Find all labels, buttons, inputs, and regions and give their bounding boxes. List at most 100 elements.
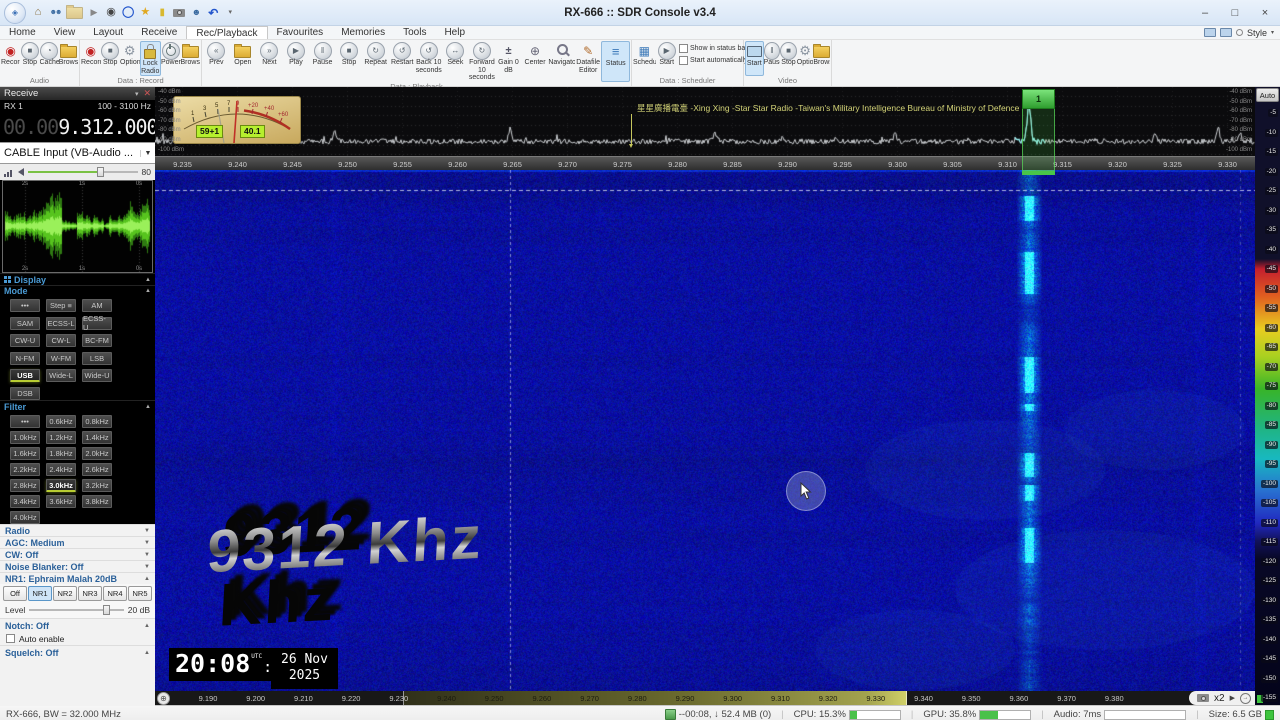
- mode-button-bc-fm[interactable]: BC-FM: [82, 334, 112, 347]
- ribbon-button-lock-radio[interactable]: Lock Radio: [139, 41, 161, 77]
- mode-button-n-fm[interactable]: N-FM: [10, 351, 40, 365]
- waterfall-display[interactable]: 9312 Khz 9312 Khz 20:08 UTC :19 26 Nov 2…: [155, 170, 1255, 691]
- filter-button-1-0khz[interactable]: 1.0kHz: [10, 431, 40, 444]
- zoom-out-icon[interactable]: ⊕: [157, 692, 170, 705]
- frequency-display[interactable]: 00.00 9.312.000: [0, 112, 159, 142]
- ribbon-button-start[interactable]: Start: [745, 41, 764, 76]
- nr-button-nr3[interactable]: NR3: [78, 585, 102, 601]
- chevron-up-icon[interactable]: ▲: [145, 277, 151, 283]
- ribbon-button-datafile-editor[interactable]: ✎ Datafile Editor: [575, 41, 602, 82]
- ribbon-button-prev[interactable]: «Prev: [203, 41, 230, 82]
- ribbon-button-record[interactable]: ◉Record: [1, 41, 20, 76]
- play-forward-icon[interactable]: ▶: [1230, 694, 1235, 702]
- filter-button-3-6khz[interactable]: 3.6kHz: [46, 495, 76, 508]
- folder-icon[interactable]: [66, 4, 83, 19]
- filter-button-1-6khz[interactable]: 1.6kHz: [10, 447, 40, 460]
- chevron-down-icon[interactable]: ▾: [135, 90, 139, 98]
- mode-button-step[interactable]: Step ≡: [46, 299, 76, 312]
- ribbon-button-stop[interactable]: ■ Stop: [101, 41, 121, 76]
- ribbon-button-browse[interactable]: Browse: [813, 41, 830, 76]
- filter-button-3-4khz[interactable]: 3.4kHz: [10, 495, 40, 508]
- ribbon-button-stop[interactable]: ■ Stop: [20, 41, 39, 76]
- mode-button-usb[interactable]: USB: [10, 369, 40, 382]
- squelch-section-header[interactable]: Squelch: Off ▲: [0, 645, 155, 659]
- home-icon[interactable]: ⌂: [32, 6, 44, 20]
- menu-tab-help[interactable]: Help: [435, 26, 474, 39]
- filter-button-2-8khz[interactable]: 2.8kHz: [10, 479, 40, 492]
- camera-icon[interactable]: [173, 8, 186, 17]
- menu-tab-rec-playback[interactable]: Rec/Playback: [186, 26, 268, 39]
- ribbon-button-next[interactable]: » Next: [256, 41, 283, 82]
- ribbon-button-play[interactable]: ▶ Play: [283, 41, 310, 82]
- filter-button-[interactable]: •••: [10, 415, 40, 428]
- nr-button-nr4[interactable]: NR4: [103, 585, 127, 601]
- volume-slider[interactable]: [28, 167, 138, 177]
- filter-button-3-0khz[interactable]: 3.0kHz: [46, 479, 76, 492]
- ring-icon[interactable]: ◯: [122, 6, 134, 20]
- ribbon-button-start[interactable]: ▶ Start: [656, 41, 679, 76]
- noise-blanker-section-header[interactable]: Noise Blanker: Off ▼: [0, 560, 155, 572]
- ribbon-button-browse[interactable]: Browse: [59, 41, 78, 76]
- mode-button-am[interactable]: AM: [82, 299, 112, 312]
- filter-button-1-2khz[interactable]: 1.2kHz: [46, 431, 76, 444]
- radio-section-header[interactable]: Radio ▼: [0, 524, 155, 536]
- chevron-down-icon[interactable]: ▼: [144, 552, 150, 558]
- ribbon-button-power[interactable]: Power: [161, 41, 181, 76]
- filter-button-2-0khz[interactable]: 2.0kHz: [82, 447, 112, 460]
- ribbon-button-options[interactable]: ⚙Options: [797, 41, 814, 76]
- mode-button-sam[interactable]: SAM: [10, 316, 40, 330]
- zoom-level-label[interactable]: x2: [1214, 693, 1225, 704]
- ribbon-button-center[interactable]: ⊕ Center: [522, 41, 549, 82]
- frequency-marker[interactable]: 1: [1022, 89, 1055, 177]
- mode-button-dsb[interactable]: DSB: [10, 386, 40, 400]
- nr-button-nr1[interactable]: NR1: [28, 585, 52, 601]
- star-icon[interactable]: ★: [139, 6, 151, 20]
- auto-enable-checkbox[interactable]: [6, 634, 15, 643]
- filter-button-2-2khz[interactable]: 2.2kHz: [10, 463, 40, 476]
- checkbox-show-in-status-bar[interactable]: Show in status bar: [679, 44, 748, 53]
- undo-icon[interactable]: ↶: [207, 6, 219, 20]
- filter-button-0-6khz[interactable]: 0.6kHz: [46, 415, 76, 428]
- panel-header[interactable]: Receive ▾ ✕: [0, 87, 155, 100]
- notch-section-header[interactable]: Notch: Off ▲: [0, 618, 155, 632]
- ribbon-button-schedule[interactable]: ▦Schedule: [633, 41, 656, 76]
- close-icon[interactable]: ✕: [143, 88, 151, 99]
- camera-icon[interactable]: [1197, 694, 1210, 702]
- display-section-header[interactable]: Display ▲: [0, 273, 155, 285]
- audio-scope-canvas[interactable]: [3, 181, 152, 272]
- chevron-down-icon[interactable]: ▼: [144, 564, 150, 570]
- cw-section-header[interactable]: CW: Off ▼: [0, 548, 155, 560]
- checkbox-start-automatically[interactable]: Start automatically: [679, 56, 748, 65]
- filter-button-3-2khz[interactable]: 3.2kHz: [82, 479, 112, 492]
- menu-tab-home[interactable]: Home: [0, 26, 45, 39]
- spectrum-display[interactable]: 1 3 5 7 9 +20 +40 +60 59+1 40.1 星星廣播電臺 -…: [155, 87, 1255, 156]
- audio-device-select[interactable]: CABLE Input (VB-Audio ... ▼: [0, 142, 155, 164]
- ribbon-button-forward-10-seconds[interactable]: ↻ Forward 10 seconds: [469, 41, 496, 82]
- pin-icon[interactable]: [1235, 29, 1243, 36]
- marker-number[interactable]: 1: [1022, 89, 1055, 109]
- ribbon-button-status[interactable]: ≡ Status: [601, 41, 630, 83]
- chevron-down-icon[interactable]: ▾: [1271, 29, 1274, 36]
- chevron-up-icon[interactable]: ▲: [144, 623, 150, 629]
- monitor-icon[interactable]: [1219, 28, 1232, 37]
- nr-level-handle[interactable]: [103, 605, 110, 615]
- minimize-button[interactable]: –: [1190, 2, 1220, 24]
- auto-scale-button[interactable]: Auto: [1256, 88, 1279, 102]
- close-button[interactable]: ×: [1250, 2, 1280, 24]
- chevron-down-icon[interactable]: ▼: [144, 540, 150, 546]
- ribbon-button-repeat[interactable]: ↻ Repeat: [362, 41, 389, 82]
- chevron-up-icon[interactable]: ▲: [144, 650, 150, 656]
- ribbon-button-pause[interactable]: ‖Pause: [763, 41, 781, 76]
- menu-tab-receive[interactable]: Receive: [132, 26, 186, 39]
- filter-button-4-0khz[interactable]: 4.0kHz: [10, 511, 40, 524]
- ribbon-button-seek[interactable]: ↔ Seek: [442, 41, 469, 82]
- menu-tab-favourites[interactable]: Favourites: [268, 26, 333, 39]
- ribbon-button-options[interactable]: ⚙Options: [120, 41, 140, 76]
- mode-button-cw-l[interactable]: CW-L: [46, 334, 76, 347]
- band-navigator[interactable]: ⊕ x2 ▶ → 9.190 9.200 9.210 9.220 9.230 9.240 9…: [155, 691, 1255, 705]
- ribbon-button-restart[interactable]: ↺ Restart: [389, 41, 416, 82]
- ribbon-button-back-10-seconds[interactable]: ↺ Back 10 seconds: [416, 41, 443, 82]
- nr-button-off[interactable]: Off: [3, 585, 27, 601]
- audio-scope[interactable]: 2s 1s 0s 2s 1s 0s: [2, 180, 153, 273]
- style-dropdown[interactable]: Style: [1247, 28, 1267, 38]
